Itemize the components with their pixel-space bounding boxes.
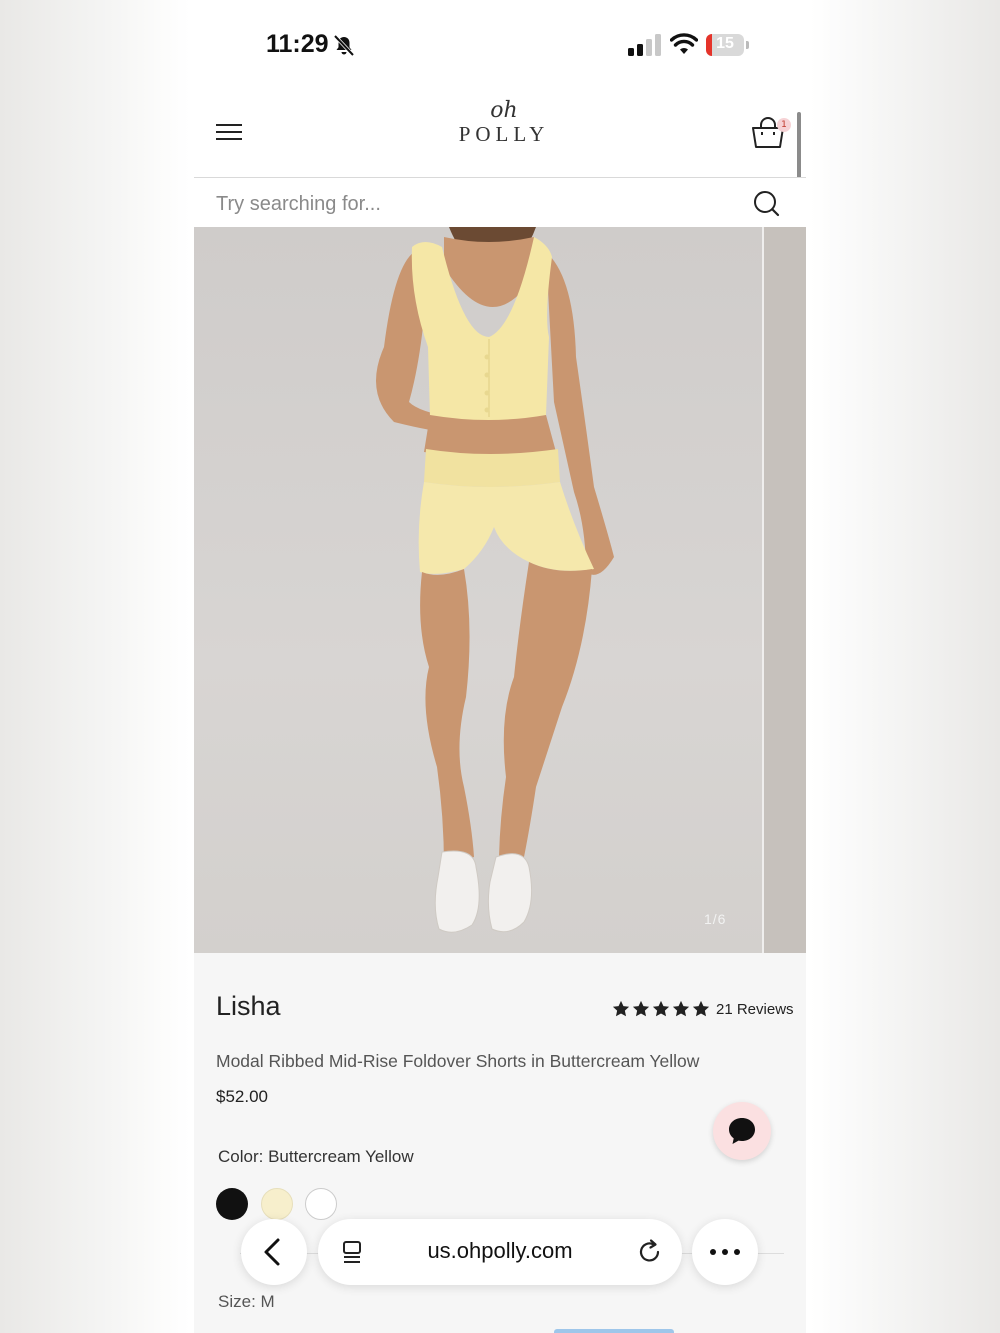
- more-icon: [710, 1249, 740, 1255]
- rating[interactable]: 21 Reviews: [612, 998, 794, 1020]
- menu-icon[interactable]: [214, 118, 244, 146]
- wifi-icon: [670, 33, 698, 54]
- product-name: Lisha: [216, 991, 281, 1021]
- back-arrow-icon: [264, 1238, 280, 1266]
- image-counter: 1/6: [704, 911, 727, 927]
- cart-count-badge: 1: [777, 118, 791, 132]
- url-text[interactable]: us.ohpolly.com: [318, 1238, 682, 1264]
- star-icon: [652, 1000, 670, 1017]
- star-icon: [612, 1000, 630, 1017]
- star-icon: [692, 1000, 710, 1017]
- search-icon[interactable]: [752, 189, 780, 217]
- battery-icon: 15: [706, 34, 744, 56]
- back-button[interactable]: [241, 1219, 307, 1285]
- more-button[interactable]: [692, 1219, 758, 1285]
- color-label: Color: Buttercream Yellow: [218, 1147, 414, 1166]
- bell-slash-icon: [333, 34, 355, 57]
- model-photo: [376, 227, 614, 933]
- swatch-white[interactable]: [305, 1188, 337, 1220]
- logo-word: POLLY: [458, 122, 550, 146]
- phone-screen: 11:29 15 oh POLLY 1 Try searching for...…: [194, 0, 806, 1333]
- reviews-link[interactable]: 21 Reviews: [716, 1001, 794, 1018]
- brand-logo[interactable]: oh POLLY: [444, 100, 564, 160]
- product-subtitle: Modal Ribbed Mid-Rise Foldover Shorts in…: [216, 1051, 700, 1071]
- signal-icon: [628, 34, 661, 56]
- logo-script: oh: [490, 98, 518, 123]
- reload-icon[interactable]: [636, 1238, 664, 1266]
- star-icon: [672, 1000, 690, 1017]
- star-icon: [632, 1000, 650, 1017]
- product-price: $52.00: [216, 1087, 268, 1106]
- address-bar[interactable]: us.ohpolly.com: [318, 1219, 682, 1285]
- search-bar: [194, 177, 806, 228]
- battery-cap: [746, 41, 749, 49]
- battery-level: 15: [716, 35, 734, 52]
- next-image-peek[interactable]: [764, 227, 806, 953]
- product-image[interactable]: [194, 227, 762, 953]
- size-label: Size: M: [218, 1292, 275, 1311]
- chat-bubble-icon: [729, 1118, 755, 1144]
- swatch-buttercream-yellow[interactable]: [261, 1188, 293, 1220]
- chat-button[interactable]: [713, 1102, 771, 1160]
- size-button-peek[interactable]: [554, 1329, 674, 1333]
- status-time: 11:29: [266, 30, 329, 58]
- product-image-gallery[interactable]: 1/6: [194, 227, 806, 953]
- search-input[interactable]: [214, 188, 718, 220]
- swatch-black[interactable]: [216, 1188, 248, 1220]
